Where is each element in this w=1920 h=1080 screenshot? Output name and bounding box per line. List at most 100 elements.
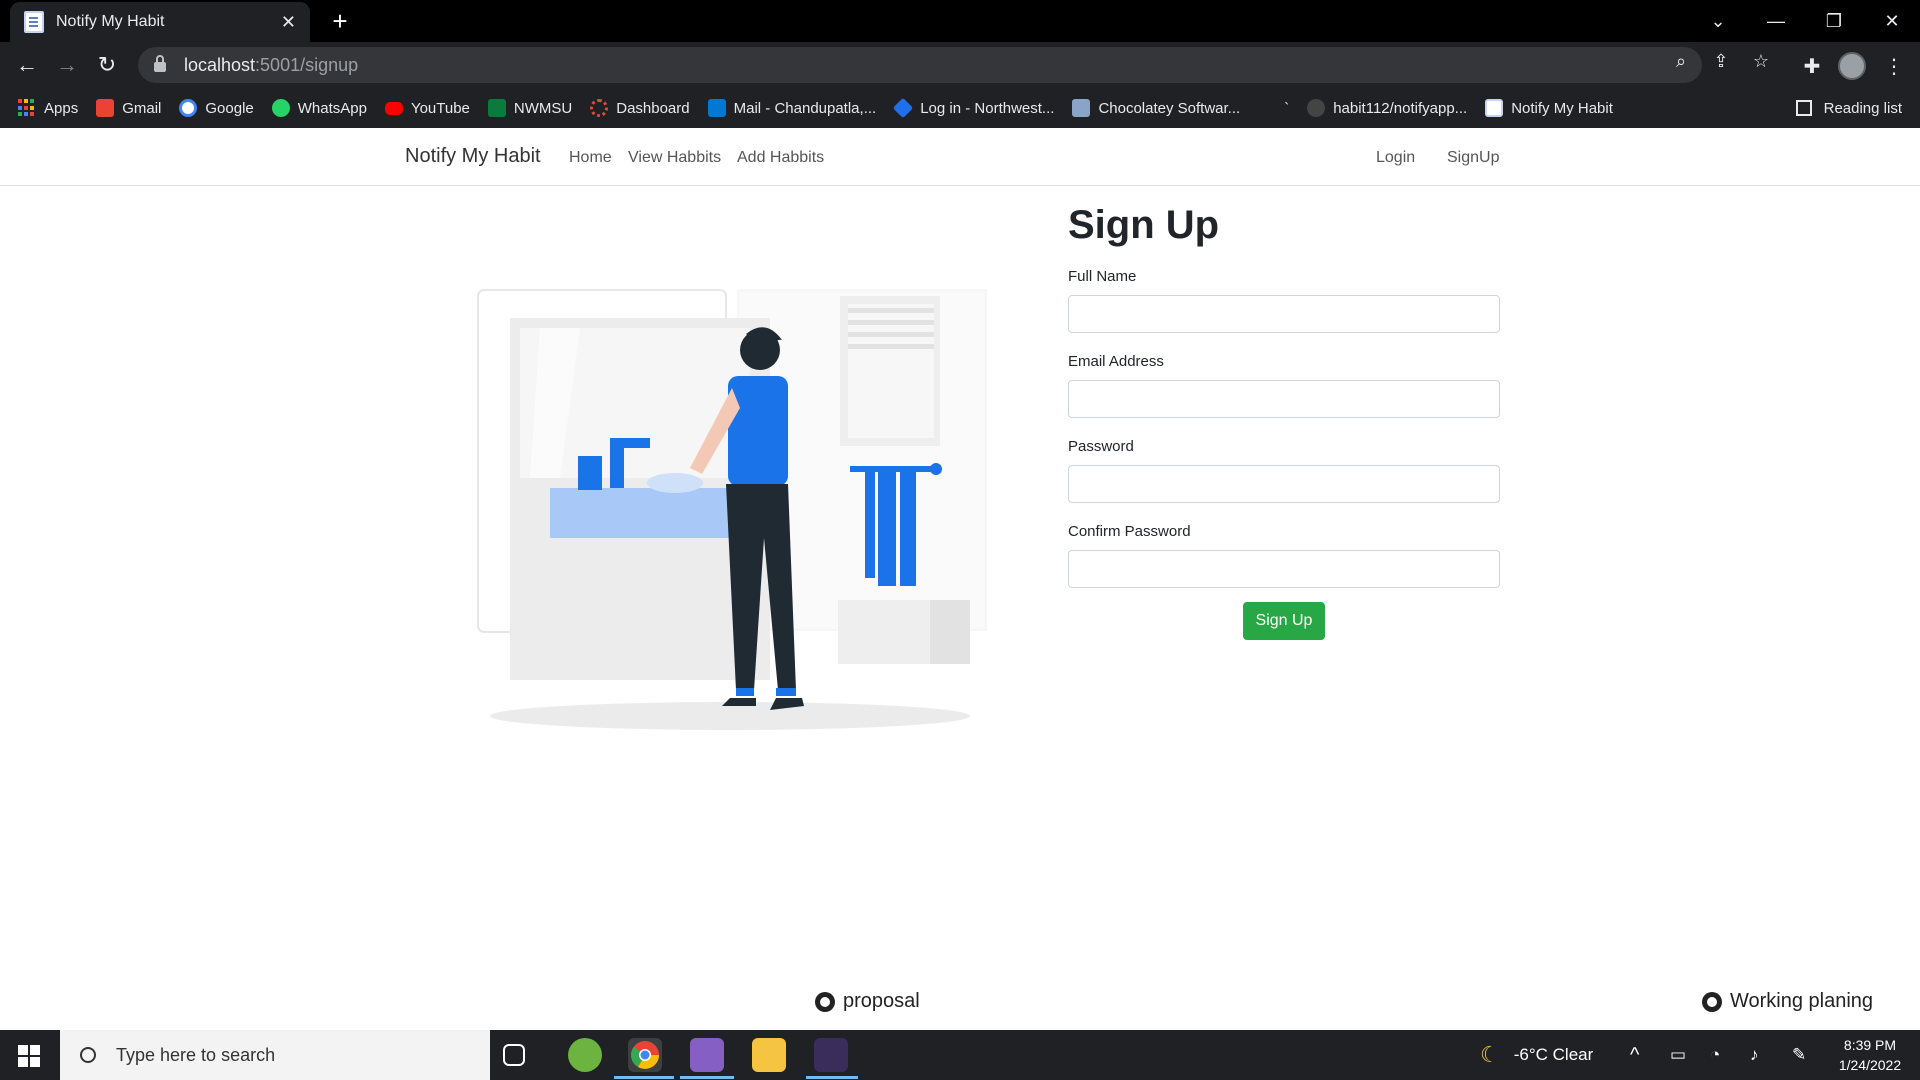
back-button[interactable]: ←: [12, 50, 42, 80]
close-tab-icon[interactable]: ✕: [281, 12, 296, 33]
page-title: Sign Up: [1068, 203, 1220, 247]
tab-search-icon[interactable]: ⌄: [1690, 0, 1746, 42]
password-input[interactable]: [1068, 465, 1500, 503]
bookmark-nwmsu[interactable]: NWMSU: [487, 99, 573, 117]
menu-icon[interactable]: ⋮: [1882, 55, 1906, 79]
chrome-logo: [631, 1041, 659, 1069]
gmail-icon: [96, 99, 115, 117]
bookmark-dashboard[interactable]: Dashboard: [590, 99, 690, 117]
whatsapp-icon: [271, 99, 290, 117]
bookmark-whatsapp[interactable]: WhatsApp: [271, 99, 367, 117]
bookmark-star-icon[interactable]: ☆: [1750, 50, 1772, 72]
reload-button[interactable]: ↻: [92, 50, 122, 80]
profile-avatar[interactable]: [1838, 52, 1866, 80]
bookmark-label: Notify My Habit: [1511, 99, 1613, 117]
volume-icon[interactable]: ♪: [1750, 1030, 1759, 1080]
page-favicon-icon: [24, 11, 44, 33]
bookmark-gmail[interactable]: Gmail: [96, 99, 161, 117]
email-input[interactable]: [1068, 380, 1500, 418]
tray-overflow-icon[interactable]: ^: [1630, 1030, 1639, 1080]
address-bar[interactable]: localhost:5001/signup: [138, 47, 1702, 83]
nav-signup[interactable]: SignUp: [1447, 149, 1499, 167]
confirm-password-group: Confirm Password: [1068, 523, 1500, 588]
spring-tools-icon[interactable]: [568, 1038, 602, 1072]
bookmark-label: Chocolatey Softwar...: [1098, 99, 1241, 117]
clock-date: 1/24/2022: [1838, 1057, 1902, 1073]
youtube-icon: [384, 101, 403, 115]
clock-time: 8:39 PM: [1843, 1037, 1897, 1053]
task-view-icon[interactable]: [503, 1044, 525, 1066]
restore-button[interactable]: ❐: [1806, 0, 1862, 42]
nwmsu-icon: [487, 99, 506, 117]
system-clock[interactable]: 8:39 PM 1/24/2022: [1828, 1035, 1912, 1075]
close-window-button[interactable]: ✕: [1864, 0, 1920, 42]
share-icon[interactable]: ⇪: [1710, 50, 1732, 72]
nav-login[interactable]: Login: [1376, 149, 1415, 167]
working-planing-link[interactable]: Working planing: [1702, 990, 1873, 1013]
apps-icon: [18, 99, 36, 117]
url-path: :5001/signup: [255, 54, 359, 75]
bookmark-notify[interactable]: Notify My Habit: [1485, 99, 1613, 117]
bookmark-chocolatey[interactable]: Chocolatey Softwar...: [1072, 99, 1240, 117]
full-name-label: Full Name: [1068, 268, 1137, 285]
bookmark-github[interactable]: habit112/notifyapp...: [1307, 99, 1467, 117]
visual-studio-icon[interactable]: [690, 1038, 724, 1072]
proposal-label: proposal: [843, 990, 920, 1012]
chocolatey-icon: [1072, 99, 1091, 117]
bookmark-label: WhatsApp: [297, 99, 367, 117]
nav-home[interactable]: Home: [569, 149, 612, 167]
proposal-link[interactable]: proposal: [815, 990, 920, 1013]
minimize-button[interactable]: —: [1748, 0, 1804, 42]
site-navbar: Notify My Habit Home View Habbits Add Ha…: [0, 128, 1920, 186]
reading-list-button[interactable]: Reading list: [1795, 88, 1902, 128]
url-host: localhost: [184, 54, 256, 75]
diamond-icon: [893, 97, 914, 119]
bookmark-label: habit112/notifyapp...: [1333, 99, 1468, 117]
forward-button[interactable]: →: [52, 50, 82, 80]
zoom-icon[interactable]: ⌕: [1670, 50, 1692, 72]
browser-tab-strip: Notify My Habit ✕ + ⌄ — ❐ ✕: [0, 0, 1920, 42]
battery-icon[interactable]: ▭: [1670, 1030, 1686, 1080]
moon-icon: ☾: [1480, 1042, 1500, 1067]
new-tab-button[interactable]: +: [325, 6, 355, 36]
taskbar-search[interactable]: Type here to search: [60, 1030, 490, 1080]
bathroom-illustration: [477, 289, 987, 730]
reading-list-icon: [1795, 100, 1812, 116]
browser-tab[interactable]: Notify My Habit ✕: [10, 2, 310, 42]
bookmark-label: NWMSU: [513, 99, 573, 117]
github-icon: [1307, 99, 1326, 117]
site-brand[interactable]: Notify My Habit: [405, 145, 541, 168]
bookmark-youtube[interactable]: YouTube: [384, 99, 470, 117]
pen-icon[interactable]: ✎: [1792, 1030, 1806, 1080]
bookmark-login-northwest[interactable]: Log in - Northwest...: [893, 97, 1054, 119]
bookmarks-bar: Apps Gmail Google WhatsApp YouTube NWMSU…: [0, 88, 1920, 128]
full-name-group: Full Name: [1068, 268, 1500, 333]
file-explorer-icon[interactable]: [752, 1038, 786, 1072]
confirm-password-label: Confirm Password: [1068, 523, 1191, 540]
bookmark-mail[interactable]: Mail - Chandupatla,...: [707, 99, 877, 117]
full-name-input[interactable]: [1068, 295, 1500, 333]
nav-view-habbits[interactable]: View Habbits: [628, 149, 721, 167]
nav-add-habbits[interactable]: Add Habbits: [737, 149, 824, 167]
confirm-password-input[interactable]: [1068, 550, 1500, 588]
bookmark-label: Google: [205, 99, 254, 117]
signup-button[interactable]: Sign Up: [1243, 602, 1325, 640]
windows-start-icon[interactable]: [18, 1045, 40, 1067]
chrome-icon[interactable]: [628, 1038, 662, 1072]
bookmark-google[interactable]: Google: [179, 99, 254, 117]
terminal-icon[interactable]: [814, 1038, 848, 1072]
bookmark-label: Mail - Chandupatla,...: [733, 99, 877, 117]
extensions-icon[interactable]: ✚: [1800, 55, 1824, 79]
windows-taskbar: Type here to search ☾ -6°C Clear ^ ▭ ◔ ♪…: [0, 1030, 1920, 1080]
bookmark-blank[interactable]: `: [1258, 99, 1289, 117]
bookmark-label: Apps: [44, 99, 79, 117]
lock-icon: [154, 55, 166, 72]
dashboard-icon: [590, 99, 609, 117]
reading-list-label: Reading list: [1823, 99, 1902, 117]
password-group: Password: [1068, 438, 1500, 503]
weather-widget[interactable]: ☾ -6°C Clear: [1480, 1030, 1593, 1080]
bookmark-label: YouTube: [410, 99, 470, 117]
google-icon: [179, 99, 198, 117]
wifi-icon[interactable]: ◔: [1710, 1030, 1720, 1080]
bookmark-apps[interactable]: Apps: [18, 99, 78, 117]
